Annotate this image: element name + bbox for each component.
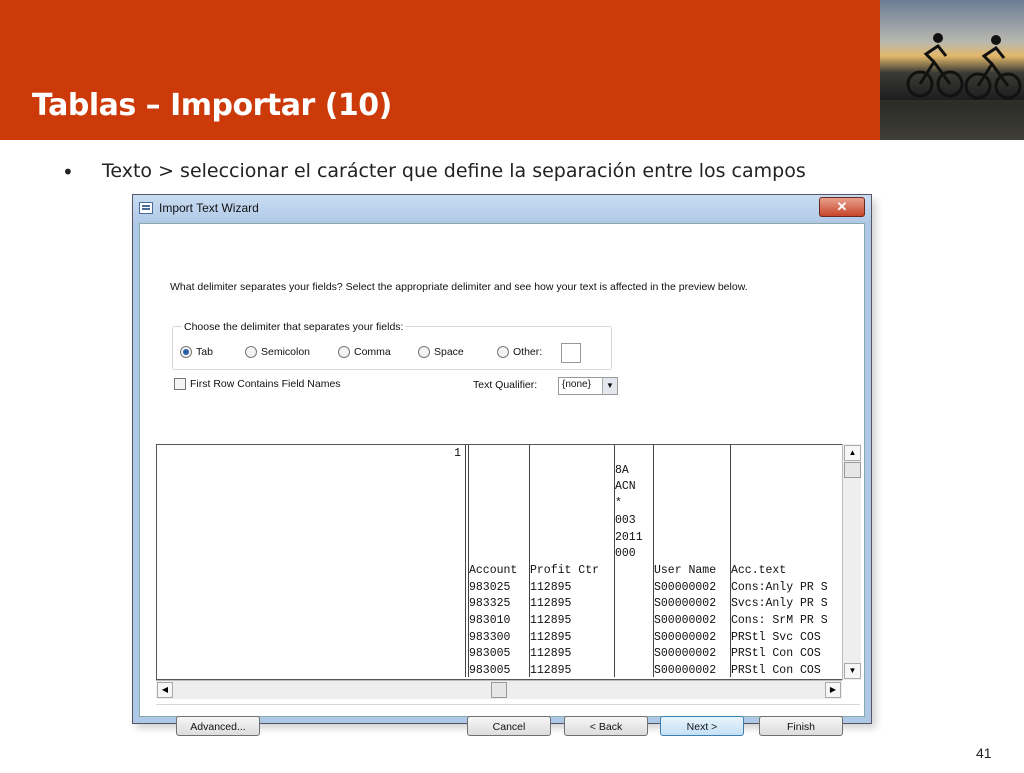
radio-comma[interactable]: Comma	[338, 346, 391, 360]
next-button[interactable]: Next >	[660, 716, 744, 736]
finish-button[interactable]: Finish	[759, 716, 843, 736]
scroll-left-icon[interactable]: ◀	[157, 682, 173, 698]
dialog-titlebar[interactable]: Import Text Wizard ✕	[133, 195, 871, 221]
preview-column-5[interactable]: User Name S00000002 S00000002 S00000002 …	[654, 445, 731, 677]
radio-space-label: Space	[434, 346, 464, 358]
wizard-icon	[139, 202, 153, 214]
radio-semicolon-indicator	[245, 346, 257, 359]
close-button[interactable]: ✕	[819, 197, 865, 217]
preview-column-4[interactable]: 8A ACN * 003 2011 000	[615, 445, 654, 677]
preview-cell: 8A ACN * 003 2011 000	[615, 463, 643, 561]
horizontal-scroll-thumb[interactable]	[491, 682, 507, 698]
checkbox-indicator	[174, 378, 186, 391]
chevron-down-icon[interactable]: ▼	[602, 378, 617, 394]
preview-cell: Profit Ctr 112895 112895 112895 112895 1…	[530, 563, 600, 678]
radio-comma-label: Comma	[354, 346, 391, 358]
dialog-client-area: What delimiter separates your fields? Se…	[139, 223, 865, 736]
bullet-text: Texto > seleccionar el carácter que defi…	[102, 160, 806, 182]
preview-column-2[interactable]: Account 983025 983325 983010 983300 9830…	[469, 445, 530, 677]
scroll-down-icon[interactable]: ▼	[844, 663, 861, 679]
preview-column-6[interactable]: Acc.text Cons:Anly PR S Svcs:Anly PR S C…	[731, 445, 859, 678]
radio-tab[interactable]: Tab	[180, 346, 213, 360]
scroll-right-icon[interactable]: ▶	[825, 682, 841, 698]
radio-other-indicator	[497, 346, 509, 359]
vertical-scrollbar[interactable]: ▲ ▼	[842, 444, 861, 680]
page-number: 41	[976, 745, 992, 761]
horizontal-scrollbar[interactable]: ◀ ▶	[156, 680, 842, 699]
radio-space[interactable]: Space	[418, 346, 464, 360]
cyclists-silhouette-icon	[880, 33, 1024, 140]
radio-tab-indicator	[180, 346, 192, 359]
scroll-up-icon[interactable]: ▲	[844, 445, 861, 461]
back-button[interactable]: < Back	[564, 716, 648, 736]
bullet-marker: •	[62, 160, 74, 184]
preview-cell: 1	[454, 447, 461, 460]
text-qualifier-label: Text Qualifier:	[473, 379, 538, 391]
radio-space-indicator	[418, 346, 430, 359]
import-text-wizard-dialog: Import Text Wizard ✕ What delimiter sepa…	[132, 194, 872, 736]
radio-comma-indicator	[338, 346, 350, 359]
preview-cell: Account 983025 983325 983010 983300 9830…	[469, 563, 518, 678]
data-preview[interactable]: 1 Account 983025 983325 983010 983300 98…	[156, 444, 860, 680]
preview-column-3[interactable]: Profit Ctr 112895 112895 112895 112895 1…	[530, 445, 615, 677]
advanced-button[interactable]: Advanced...	[176, 716, 260, 736]
first-row-field-names-checkbox[interactable]: First Row Contains Field Names	[174, 378, 341, 391]
dialog-title: Import Text Wizard	[159, 201, 259, 215]
radio-semicolon-label: Semicolon	[261, 346, 311, 358]
text-qualifier-value: {none}	[562, 379, 591, 390]
preview-column-1[interactable]: 1	[157, 445, 466, 677]
preview-cell: Acc.text Cons:Anly PR S Svcs:Anly PR S C…	[731, 563, 828, 678]
slide-title: Tablas – Importar (10)	[32, 88, 392, 123]
radio-other-label: Other:	[513, 346, 543, 358]
wizard-prompt: What delimiter separates your fields? Se…	[170, 281, 748, 293]
first-row-label: First Row Contains Field Names	[190, 378, 341, 390]
vertical-scroll-thumb[interactable]	[844, 462, 861, 478]
cyclists-photo	[880, 0, 1024, 140]
other-delimiter-input[interactable]	[561, 343, 581, 363]
footer-divider	[156, 704, 860, 705]
preview-cell: User Name S00000002 S00000002 S00000002 …	[654, 563, 717, 678]
cancel-button[interactable]: Cancel	[467, 716, 551, 736]
radio-semicolon[interactable]: Semicolon	[245, 346, 310, 360]
radio-other[interactable]: Other:	[497, 346, 542, 360]
title-banner: Tablas – Importar (10)	[0, 0, 880, 140]
text-qualifier-select[interactable]: {none} ▼	[558, 377, 618, 395]
radio-tab-label: Tab	[196, 346, 213, 358]
delimiter-group-label: Choose the delimiter that separates your…	[182, 321, 406, 333]
